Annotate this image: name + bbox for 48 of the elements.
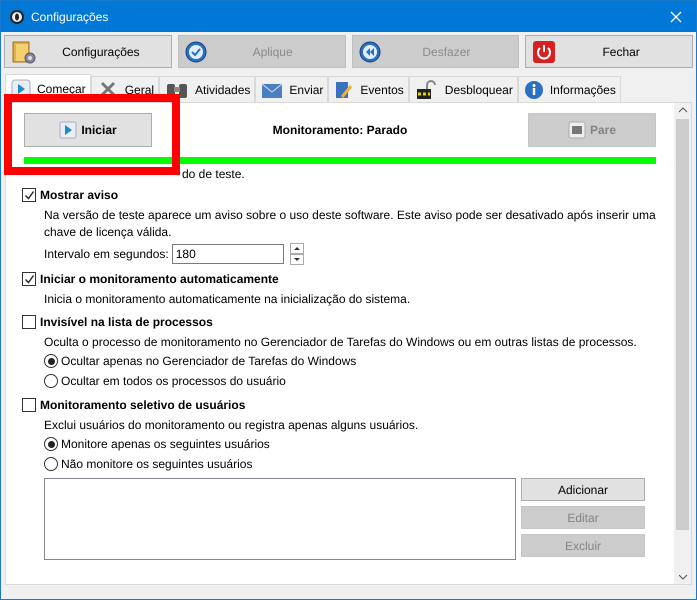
radio-button[interactable] — [44, 437, 58, 451]
section-title: Monitoramento seletivo de usuários — [40, 398, 246, 412]
stop-icon — [568, 121, 586, 139]
toolbar-button[interactable]: Fechar — [525, 35, 693, 68]
folder-gear-icon — [11, 38, 37, 64]
scroll-thumb[interactable] — [676, 119, 689, 530]
tab[interactable]: Eventos — [328, 76, 409, 102]
tab[interactable]: Atividades — [159, 76, 256, 102]
list-button[interactable]: Adicionar — [521, 478, 645, 501]
document-pencil-icon — [334, 80, 354, 100]
play-icon — [59, 121, 78, 139]
window-title: Configurações — [31, 10, 110, 24]
tab[interactable]: Informações — [518, 76, 621, 102]
note-text: do de teste. — [181, 166, 246, 181]
description-text: Exclui usuários do monitoramento ou registra apenas alguns usuários. — [44, 417, 420, 434]
section-title: Mostrar aviso — [40, 188, 118, 202]
section-title: Iniciar o monitoramento automaticamente — [40, 272, 279, 286]
description-text: Na versão de teste aparece um aviso sobre o uso deste software. Este aviso pode ser desativado após inserir uma chave de licença válida. — [44, 207, 657, 241]
padlock-icon — [414, 80, 439, 100]
power-icon — [532, 40, 556, 64]
section-title: Invisível na lista de processos — [40, 315, 213, 329]
radio-label: Monitore apenas os seguintes usuários — [61, 437, 270, 451]
checkbox[interactable] — [22, 398, 36, 412]
info-icon — [524, 80, 544, 100]
rewind-icon — [358, 40, 380, 62]
radio-button[interactable] — [44, 354, 58, 368]
spin-buttons[interactable] — [290, 243, 304, 265]
toolbar-button[interactable]: Configurações — [4, 35, 172, 68]
radio-button[interactable] — [44, 374, 58, 388]
checkbox[interactable] — [22, 272, 36, 286]
description-text: Oculta o processo de monitoramento no Gerenciador de Tarefas do Windows ou em outras listas de processos. — [44, 334, 638, 351]
app-icon — [9, 8, 25, 24]
checkbox[interactable] — [22, 315, 36, 329]
radio-button[interactable] — [44, 457, 58, 471]
interval-label: Intervalo em segundos: — [44, 247, 169, 261]
radio-label: Não monitore os seguintes usuários — [61, 457, 252, 471]
user-list[interactable] — [44, 478, 516, 560]
tab[interactable]: Enviar — [255, 76, 328, 102]
checkmark-icon — [184, 40, 207, 62]
interval-field[interactable]: 180 — [172, 244, 284, 264]
checkbox[interactable] — [22, 188, 36, 202]
tab[interactable]: Desbloquear — [408, 76, 518, 102]
radio-label: Ocultar apenas no Gerenciador de Tarefas do Windows — [61, 354, 356, 368]
close-icon[interactable] — [670, 10, 682, 22]
start-button[interactable]: Iniciar — [24, 113, 152, 147]
monitoring-status: Monitoramento: Parado — [272, 123, 408, 137]
radio-label: Ocultar em todos os processos do usuário — [61, 374, 286, 388]
description-text: Inicia o monitoramento automaticamente na inicialização do sistema. — [44, 291, 412, 308]
